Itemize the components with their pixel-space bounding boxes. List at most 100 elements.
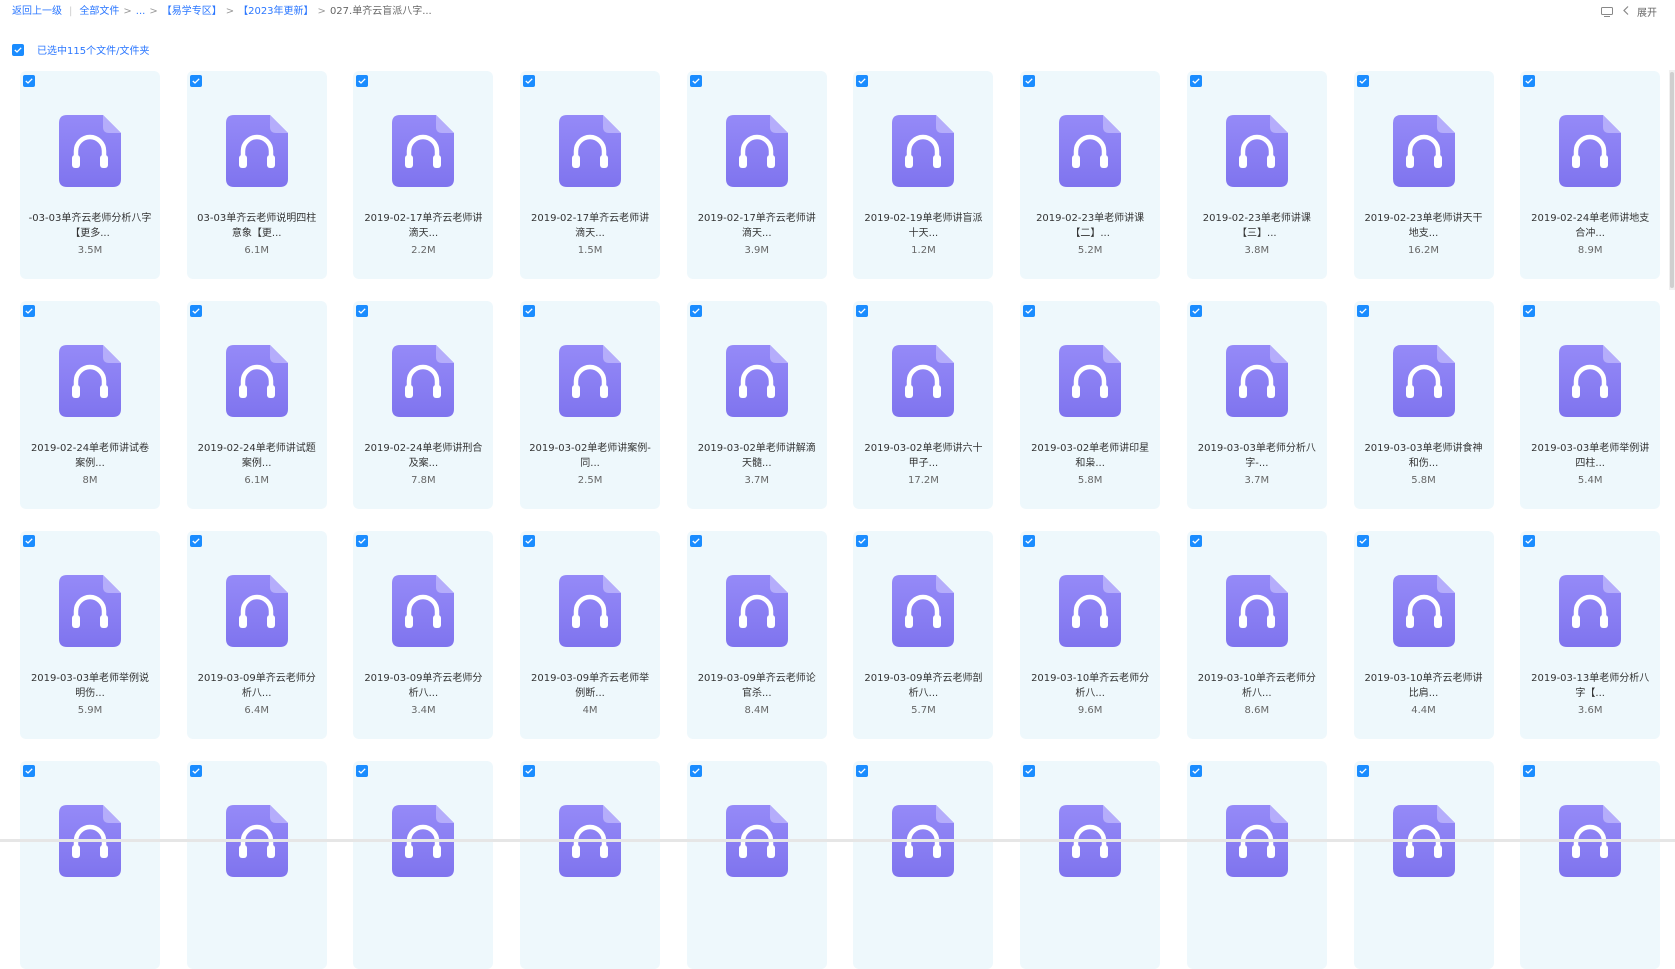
file-card[interactable]: 2019-03-10单齐云老师分析八... 9.6M (1020, 531, 1161, 739)
file-card[interactable] (1353, 761, 1494, 969)
file-checkbox[interactable] (856, 305, 869, 317)
file-checkbox[interactable] (1189, 75, 1202, 87)
file-name: 2019-02-17单齐云老师讲滴天... (364, 213, 483, 239)
breadcrumb-item-yixue[interactable]: 【易学专区】 (162, 6, 222, 17)
file-checkbox[interactable] (523, 305, 536, 317)
expand-button[interactable]: 展开 (1623, 4, 1657, 19)
file-checkbox[interactable] (1356, 535, 1369, 547)
file-card[interactable]: 2019-03-09单齐云老师论官杀... 8.4M (686, 531, 827, 739)
file-card[interactable]: 2019-03-10单齐云老师讲比肩... 4.4M (1353, 531, 1494, 739)
file-checkbox[interactable] (689, 535, 702, 547)
file-checkbox[interactable] (1523, 535, 1536, 547)
file-card[interactable]: -03-03单齐云老师分析八字【更多... 3.5M (20, 71, 160, 279)
select-all-checkbox[interactable] (12, 43, 24, 56)
file-card[interactable]: 2019-03-03单老师举例讲四柱... 5.4M (1520, 301, 1661, 509)
file-card[interactable]: 2019-03-09单齐云老师分析八... 6.4M (186, 531, 327, 739)
file-checkbox[interactable] (23, 305, 35, 317)
file-checkbox[interactable] (689, 75, 702, 87)
audio-file-icon (1559, 575, 1622, 647)
file-checkbox[interactable] (523, 75, 536, 87)
file-name: 03-03单齐云老师说明四柱意象【更... (197, 213, 317, 239)
file-card[interactable]: 2019-03-02单老师讲六十甲子... 17.2M (853, 301, 994, 509)
audio-file-icon (1059, 115, 1122, 187)
file-card[interactable]: 2019-03-09单齐云老师分析八... 3.4M (353, 531, 494, 739)
file-card[interactable]: 2019-02-17单齐云老师讲滴天... 2.2M (353, 71, 494, 279)
file-card[interactable] (1020, 761, 1161, 969)
file-card[interactable]: 2019-03-09单齐云老师举例断... 4M (520, 531, 661, 739)
file-checkbox[interactable] (1523, 305, 1536, 317)
file-card[interactable]: 2019-02-23单老师讲天干地支... 16.2M (1353, 71, 1494, 279)
file-size: 5.4M (1577, 475, 1603, 486)
file-checkbox[interactable] (1523, 75, 1536, 87)
file-card[interactable]: 03-03单齐云老师说明四柱意象【更... 6.1M (186, 71, 327, 279)
breadcrumb-item-all-files[interactable]: 全部文件 (79, 6, 119, 17)
file-checkbox[interactable] (1189, 305, 1202, 317)
file-card[interactable]: 2019-02-17单齐云老师讲滴天... 3.9M (686, 71, 827, 279)
file-checkbox[interactable] (189, 75, 202, 87)
file-checkbox[interactable] (1356, 765, 1369, 777)
file-checkbox[interactable] (856, 765, 869, 777)
scrollbar-thumb[interactable] (1670, 72, 1674, 288)
file-size: 3.7M (744, 475, 770, 486)
file-checkbox[interactable] (856, 75, 869, 87)
file-card[interactable]: 2019-02-23单老师讲课【三】... 3.8M (1186, 71, 1327, 279)
file-checkbox[interactable] (356, 535, 369, 547)
file-checkbox[interactable] (1356, 305, 1369, 317)
file-card[interactable]: 2019-03-03单老师举例说明伤... 5.9M (20, 531, 160, 739)
file-card[interactable] (353, 761, 494, 969)
file-checkbox[interactable] (1023, 305, 1036, 317)
file-checkbox[interactable] (23, 75, 35, 87)
file-checkbox[interactable] (856, 535, 869, 547)
file-card[interactable] (186, 761, 327, 969)
file-checkbox[interactable] (23, 765, 35, 777)
file-checkbox[interactable] (189, 535, 202, 547)
file-card[interactable]: 2019-03-02单老师讲案例-同... 2.5M (520, 301, 661, 509)
file-checkbox[interactable] (1023, 765, 1036, 777)
file-checkbox[interactable] (1023, 75, 1036, 87)
file-card[interactable]: 2019-02-19单老师讲盲派十天... 1.2M (853, 71, 994, 279)
file-checkbox[interactable] (23, 535, 35, 547)
file-checkbox[interactable] (1356, 75, 1369, 87)
file-checkbox[interactable] (689, 765, 702, 777)
file-card[interactable] (20, 761, 160, 969)
file-card[interactable]: 2019-02-24单老师讲试题案例... 6.1M (186, 301, 327, 509)
breadcrumb-item-ellipsis[interactable]: ... (136, 6, 146, 17)
audio-file-icon (725, 575, 788, 647)
file-checkbox[interactable] (523, 765, 536, 777)
file-card[interactable]: 2019-03-03单老师讲食神和伤... 5.8M (1353, 301, 1494, 509)
view-toggle-icon[interactable] (1601, 6, 1613, 17)
file-card[interactable] (1520, 761, 1661, 969)
file-card[interactable] (1186, 761, 1327, 969)
file-checkbox[interactable] (356, 75, 369, 87)
file-name: 2019-03-03单老师举例说明伤... (30, 673, 150, 699)
breadcrumb-item-2023[interactable]: 【2023年更新】 (238, 6, 313, 17)
file-card[interactable]: 2019-03-09单齐云老师剖析八... 5.7M (853, 531, 994, 739)
file-card[interactable] (520, 761, 661, 969)
file-card[interactable]: 2019-02-23单老师讲课【二】... 5.2M (1020, 71, 1161, 279)
file-card[interactable]: 2019-03-10单齐云老师分析八... 8.6M (1186, 531, 1327, 739)
file-name: 2019-03-02单老师讲案例-同... (529, 443, 651, 469)
file-checkbox[interactable] (1189, 765, 1202, 777)
file-card[interactable]: 2019-02-17单齐云老师讲滴天... 1.5M (520, 71, 661, 279)
file-checkbox[interactable] (689, 305, 702, 317)
file-card[interactable]: 2019-02-24单老师讲试卷案例... 8M (20, 301, 160, 509)
file-card[interactable] (686, 761, 827, 969)
file-card[interactable]: 2019-03-03单老师分析八字-... 3.7M (1186, 301, 1327, 509)
file-checkbox[interactable] (356, 765, 369, 777)
file-checkbox[interactable] (189, 305, 202, 317)
file-card[interactable]: 2019-03-02单老师讲印星和枭... 5.8M (1020, 301, 1161, 509)
file-card[interactable]: 2019-03-13单老师分析八字【... 3.6M (1520, 531, 1661, 739)
file-size: 4.4M (1411, 705, 1436, 716)
file-checkbox[interactable] (189, 765, 202, 777)
back-link[interactable]: 返回上一级 (12, 6, 62, 17)
file-checkbox[interactable] (356, 305, 369, 317)
file-card[interactable]: 2019-02-24单老师讲刑合及案... 7.8M (353, 301, 494, 509)
file-checkbox[interactable] (523, 535, 536, 547)
file-card[interactable]: 2019-02-24单老师讲地支合冲... 8.9M (1520, 71, 1661, 279)
file-card[interactable] (853, 761, 994, 969)
file-name (695, 901, 819, 931)
file-checkbox[interactable] (1189, 535, 1202, 547)
file-card[interactable]: 2019-03-02单老师讲解滴天髓... 3.7M (686, 301, 827, 509)
file-checkbox[interactable] (1023, 535, 1036, 547)
file-checkbox[interactable] (1523, 765, 1536, 777)
